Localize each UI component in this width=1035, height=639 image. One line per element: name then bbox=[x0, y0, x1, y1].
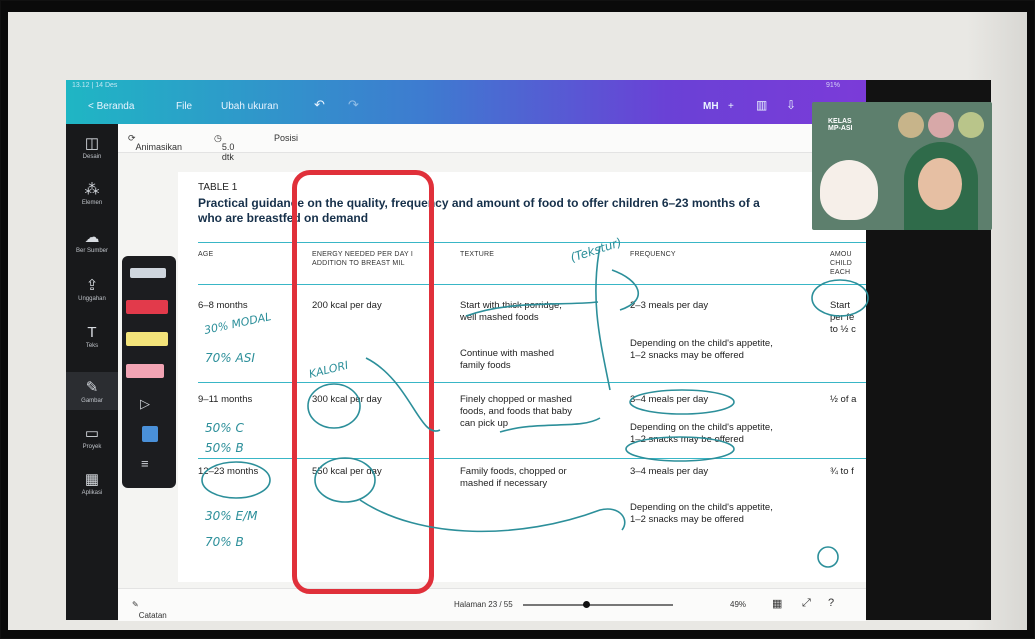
sidebar-item-apps[interactable]: ▦ Aplikasi bbox=[66, 470, 118, 496]
video-overlay-text: KELAS MP-ASI bbox=[828, 118, 853, 132]
position-button[interactable]: Posisi bbox=[274, 133, 298, 143]
chart-icon[interactable]: ▥ bbox=[756, 98, 767, 112]
row2-frequency-a: 3–4 meals per day bbox=[630, 394, 709, 405]
header-texture: TEXTURE bbox=[460, 251, 495, 258]
sidebar-item-elements[interactable]: ⁂ Elemen bbox=[66, 180, 118, 206]
page-indicator: Halaman 23 / 55 bbox=[454, 600, 513, 609]
left-sidebar: ◫ Desain ⁂ Elemen ☁ Ber Sumber ⇪ Unggahan TT… bbox=[66, 124, 118, 620]
row2-texture: Finely chopped or mashed foods, and foods… bbox=[460, 394, 572, 429]
apps-icon: ▦ bbox=[84, 471, 100, 488]
row2-age: 9–11 months bbox=[198, 394, 253, 405]
context-toolbar: ⟳ Animasikan ◷ 5.0 dtk Posisi bbox=[118, 124, 866, 162]
design-canvas: ⟳ Animasikan ◷ 5.0 dtk Posisi TABLE 1 Pr… bbox=[118, 124, 878, 620]
row3-texture: Family foods, chopped or mashed if necess… bbox=[460, 466, 567, 489]
webcam-video: KELAS MP-ASI bbox=[812, 102, 992, 230]
sidebar-item-projects[interactable]: ▭ Proyek bbox=[66, 424, 118, 450]
row3-age: 12–23 months bbox=[198, 466, 259, 477]
color-swatch[interactable] bbox=[142, 426, 158, 442]
row2-amount: ½ of a bbox=[830, 394, 857, 405]
header-age: AGE bbox=[198, 251, 214, 258]
notes-button[interactable]: ✎ Catatan bbox=[132, 600, 167, 620]
row1-frequency-a: 2–3 meals per day bbox=[630, 300, 709, 311]
upload-icon: ☁ bbox=[84, 229, 100, 246]
help-icon[interactable]: ? bbox=[828, 597, 834, 609]
row2-frequency-b: Depending on the child's appetite, 1–2 sn… bbox=[630, 422, 773, 445]
sidebar-item-sources[interactable]: ☁ Ber Sumber bbox=[66, 228, 118, 254]
status-time: 13.12 | 14 Des bbox=[72, 82, 118, 89]
sidebar-item-text[interactable]: T Teks bbox=[66, 324, 118, 349]
red-highlight-box bbox=[292, 170, 434, 594]
cloud-upload-icon: ⇪ bbox=[85, 277, 99, 294]
template-icon: ◫ bbox=[84, 135, 100, 152]
highlighter-tool[interactable] bbox=[126, 332, 168, 346]
row1-age: 6–8 months bbox=[198, 300, 248, 311]
document-page: TABLE 1 Practical guidance on the qualit… bbox=[178, 172, 878, 582]
row3-frequency-b: Depending on the child's appetite, 1–2 sn… bbox=[630, 502, 773, 525]
timing-button[interactable]: ◷ 5.0 dtk bbox=[214, 133, 234, 162]
cartoon-child-image bbox=[820, 160, 878, 220]
table-label: TABLE 1 bbox=[198, 182, 238, 193]
animate-button[interactable]: ⟳ Animasikan bbox=[128, 133, 182, 152]
page-slider[interactable] bbox=[523, 604, 673, 606]
sidebar-item-uploads[interactable]: ⇪ Unggahan bbox=[66, 276, 118, 302]
bottom-toolbar: ✎ Catatan Halaman 23 / 55 49% ▦ ⤢ ? bbox=[118, 588, 866, 621]
sidebar-item-draw[interactable]: ✎ Gambar bbox=[66, 372, 118, 410]
elements-icon: ⁂ bbox=[84, 181, 100, 198]
sticker-icon bbox=[958, 112, 984, 138]
folder-icon: ▭ bbox=[84, 425, 100, 442]
row1-frequency-b: Depending on the child's appetite, 1–2 sn… bbox=[630, 338, 773, 361]
status-battery: 91% bbox=[826, 82, 841, 89]
file-menu[interactable]: File bbox=[176, 101, 192, 112]
text-icon: T bbox=[87, 324, 97, 341]
app-topbar: 13.12 | 14 Des 91% < Beranda File Ubah u… bbox=[66, 80, 866, 124]
back-button[interactable]: < Beranda bbox=[88, 101, 134, 112]
presenter-face bbox=[918, 158, 962, 210]
pen-tool[interactable] bbox=[130, 268, 166, 278]
row1-amount: Start per fe to ½ c bbox=[830, 300, 856, 335]
row1-texture-b: Continue with mashed family foods bbox=[460, 348, 554, 371]
select-arrow-icon[interactable]: ▷ bbox=[140, 396, 150, 412]
user-avatar[interactable]: MH bbox=[703, 101, 719, 112]
row3-amount: ¾ to f bbox=[830, 466, 854, 477]
row1-texture-a: Start with thick porridge, well mashed fo… bbox=[460, 300, 562, 323]
zoom-level[interactable]: 49% bbox=[730, 600, 746, 609]
sticker-icon bbox=[928, 112, 954, 138]
fullscreen-icon[interactable]: ⤢ bbox=[802, 597, 811, 610]
header-frequency: FREQUENCY bbox=[630, 251, 676, 258]
page-slider-knob[interactable] bbox=[583, 601, 590, 608]
pen-palette: ▷ ≡ bbox=[122, 256, 176, 488]
resize-button[interactable]: Ubah ukuran bbox=[221, 101, 278, 112]
download-icon[interactable]: ⇩ bbox=[786, 98, 796, 112]
draw-icon: ✎ bbox=[85, 379, 99, 396]
row3-frequency-a: 3–4 meals per day bbox=[630, 466, 709, 477]
sidebar-item-design[interactable]: ◫ Desain bbox=[66, 134, 118, 160]
stroke-width-icon[interactable]: ≡ bbox=[141, 456, 149, 471]
marker-red-tool[interactable] bbox=[126, 300, 168, 314]
undo-icon[interactable]: ↶ bbox=[314, 97, 325, 113]
redo-icon[interactable]: ↷ bbox=[348, 97, 359, 113]
header-amount: AMOU CHILD EACH bbox=[830, 251, 853, 276]
eraser-tool[interactable] bbox=[126, 364, 164, 378]
add-user-button[interactable]: + bbox=[728, 101, 734, 112]
grid-view-icon[interactable]: ▦ bbox=[772, 597, 782, 610]
sticker-icon bbox=[898, 112, 924, 138]
